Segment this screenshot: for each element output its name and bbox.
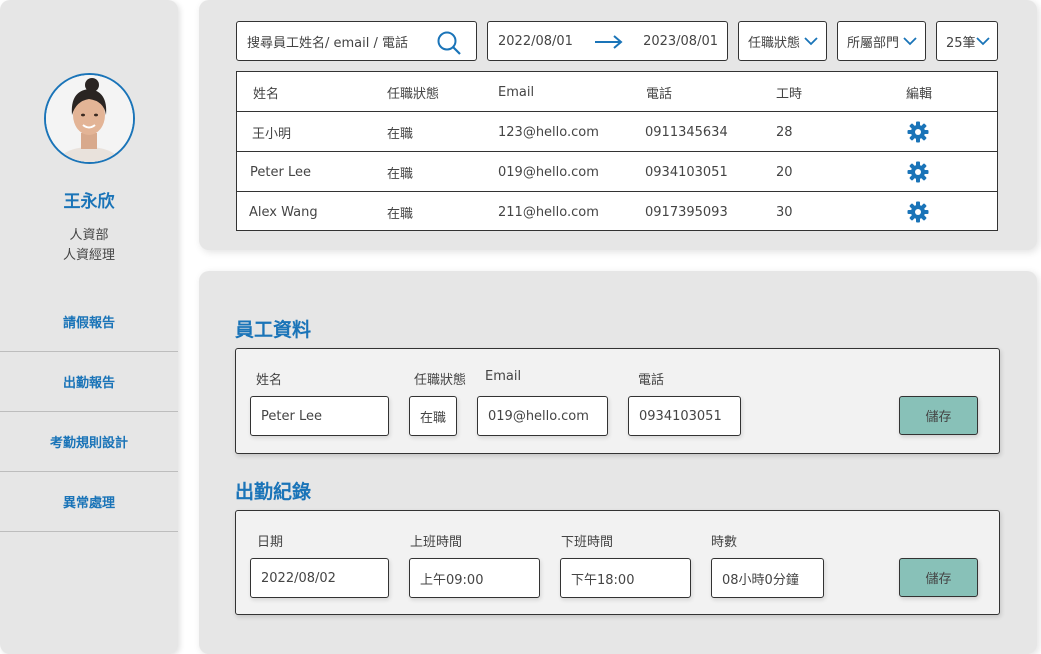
search-placeholder: 搜尋員工姓名/ email / 電話 [247, 35, 409, 51]
label-hours: 時數 [711, 535, 738, 550]
date-to: 2023/08/01 [643, 33, 718, 49]
user-department: 人資部 [69, 228, 109, 243]
cell-email: 019@hello.com [498, 164, 599, 180]
cell-phone: 0917395093 [645, 204, 728, 220]
nav-item-attendance-report[interactable]: 出勤報告 [0, 352, 178, 412]
column-header-email: Email [498, 84, 535, 100]
user-role: 人資經理 [62, 248, 115, 263]
department-filter-label: 所屬部門 [847, 35, 900, 51]
cell-name: Alex Wang [249, 204, 318, 220]
label-email: Email [485, 369, 522, 384]
nav-item-leave-report[interactable]: 請假報告 [0, 292, 178, 352]
avatar [44, 73, 135, 164]
clock-in-field[interactable]: 上午09:00 [409, 558, 540, 598]
label-clock-out: 下班時間 [561, 535, 614, 550]
edit-gear-icon[interactable] [907, 192, 929, 232]
status-filter-select[interactable]: 任職狀態 [738, 21, 827, 61]
name-field[interactable]: Peter Lee [250, 396, 389, 436]
label-phone: 電話 [638, 373, 665, 388]
label-name: 姓名 [256, 373, 283, 388]
gear-icon[interactable] [907, 161, 929, 183]
email-field[interactable]: 019@hello.com [477, 396, 608, 436]
cell-status: 在職 [387, 206, 414, 222]
column-header-phone: 電話 [646, 86, 673, 102]
department-filter-select[interactable]: 所屬部門 [837, 21, 926, 61]
hours-field[interactable]: 08小時0分鐘 [711, 558, 824, 598]
clock-out-field[interactable]: 下午18:00 [560, 558, 691, 598]
employee-section-title: 員工資料 [235, 319, 312, 341]
table-row[interactable]: 王小明 在職 123@hello.com 0911345634 28 [237, 112, 997, 152]
status-filter-label: 任職狀態 [748, 35, 801, 51]
nav-item-label: 考勤規則設計 [49, 436, 128, 451]
employee-table: 姓名 任職狀態 Email 電話 工時 編輯 王小明 在職 123@hello.… [236, 71, 998, 231]
nav-item-rule-design[interactable]: 考勤規則設計 [0, 412, 178, 472]
chevron-down-icon [903, 37, 917, 46]
date-field[interactable]: 2022/08/02 [250, 558, 389, 598]
nav-item-exception-handling[interactable]: 異常處理 [0, 472, 178, 532]
cell-hours: 28 [776, 124, 793, 140]
chevron-down-icon [804, 37, 818, 46]
cell-email: 211@hello.com [498, 204, 599, 220]
column-header-edit: 編輯 [906, 86, 933, 102]
employee-form-card: 姓名 任職狀態 Email 電話 Peter Lee 在職 019@hello.… [235, 348, 1000, 454]
detail-panel: 員工資料 姓名 任職狀態 Email 電話 Peter Lee 在職 019@h… [199, 271, 1037, 654]
user-name: 王永欣 [63, 192, 115, 212]
chevron-down-icon [976, 37, 990, 46]
table-header-row: 姓名 任職狀態 Email 電話 工時 編輯 [237, 72, 997, 112]
label-date: 日期 [257, 535, 284, 550]
arrow-right-icon [595, 35, 623, 49]
cell-hours: 30 [776, 204, 793, 220]
search-icon[interactable] [436, 30, 462, 56]
cell-name: 王小明 [252, 126, 292, 142]
gear-icon[interactable] [907, 201, 929, 223]
cell-hours: 20 [776, 164, 793, 180]
column-header-name: 姓名 [253, 86, 280, 102]
sidebar: 王永欣 人資部 人資經理 請假報告 出勤報告 考勤規則設計 異常處理 [0, 0, 178, 654]
cell-phone: 0934103051 [645, 164, 728, 180]
edit-gear-icon[interactable] [907, 152, 929, 192]
save-employee-button[interactable]: 儲存 [899, 396, 978, 435]
nav-item-label: 異常處理 [62, 496, 115, 511]
date-range-picker[interactable]: 2022/08/01 2023/08/01 [487, 21, 728, 61]
nav-item-label: 請假報告 [62, 316, 115, 331]
attendance-section-title: 出勤紀錄 [235, 481, 312, 503]
cell-phone: 0911345634 [645, 124, 728, 140]
edit-gear-icon[interactable] [907, 112, 929, 152]
label-clock-in: 上班時間 [410, 535, 463, 550]
phone-field[interactable]: 0934103051 [628, 396, 741, 436]
column-header-hours: 工時 [776, 86, 803, 102]
gear-icon[interactable] [907, 121, 929, 143]
attendance-form-card: 日期 上班時間 下班時間 時數 2022/08/02 上午09:00 下午18:… [235, 510, 1000, 615]
label-status: 任職狀態 [414, 373, 467, 388]
cell-status: 在職 [387, 166, 414, 182]
nav-item-label: 出勤報告 [62, 376, 115, 391]
search-input[interactable]: 搜尋員工姓名/ email / 電話 [236, 21, 477, 61]
avatar-image [46, 75, 133, 162]
cell-email: 123@hello.com [498, 124, 599, 140]
column-header-status: 任職狀態 [387, 86, 440, 102]
page-size-label: 25筆 [946, 35, 976, 51]
cell-name: Peter Lee [250, 164, 311, 180]
date-from: 2022/08/01 [498, 33, 573, 49]
status-field[interactable]: 在職 [409, 396, 457, 436]
save-attendance-button[interactable]: 儲存 [899, 558, 978, 597]
table-row[interactable]: Peter Lee 在職 019@hello.com 0934103051 20 [237, 152, 997, 192]
table-row[interactable]: Alex Wang 在職 211@hello.com 0917395093 30 [237, 192, 997, 232]
employee-list-panel: 搜尋員工姓名/ email / 電話 2022/08/01 2023/08/01… [199, 0, 1037, 250]
cell-status: 在職 [387, 126, 414, 142]
page-size-select[interactable]: 25筆 [936, 21, 998, 61]
